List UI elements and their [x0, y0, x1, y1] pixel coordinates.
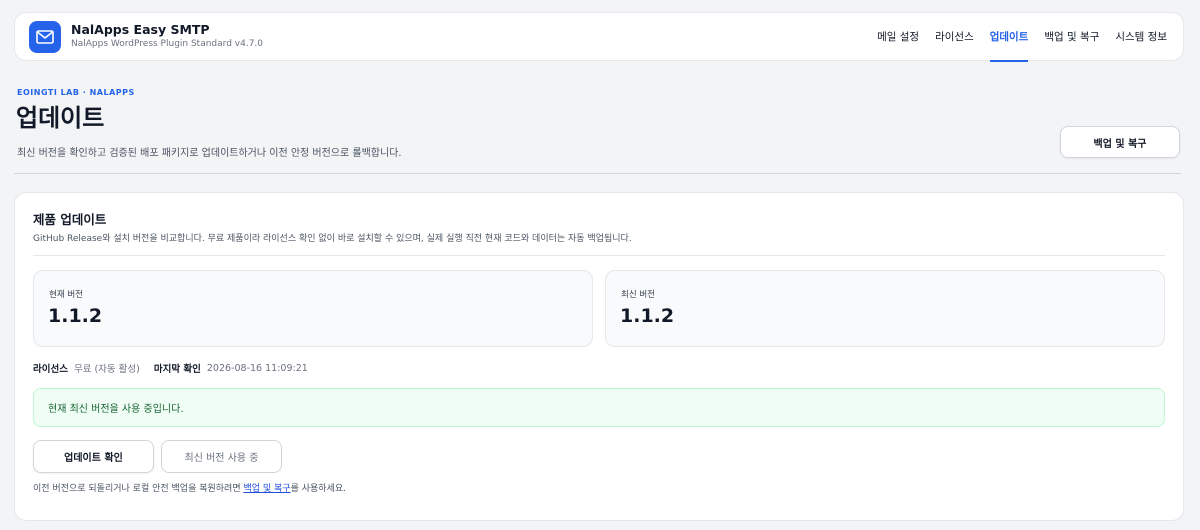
card-divider: [33, 255, 1165, 256]
current-version-label: 현재 버전: [49, 290, 83, 300]
nav-item-backup-restore[interactable]: 백업 및 복구: [1044, 12, 1099, 61]
card-title: 제품 업데이트: [33, 212, 107, 227]
header-divider: [14, 173, 1181, 174]
latest-version-label: 최신 버전: [621, 290, 655, 300]
brand: NalApps Easy SMTP NalApps WordPress Plug…: [29, 20, 264, 53]
current-version-box: 현재 버전 1.1.2: [33, 270, 593, 347]
footnote-text-before: 이전 버전으로 되돌리거나 로컬 안전 백업을 복원하려면: [33, 484, 244, 494]
nav-item-system-info[interactable]: 시스템 정보: [1115, 12, 1167, 61]
footnote-text-after: 를 사용하세요.: [290, 484, 346, 494]
latest-version-in-use-button[interactable]: 최신 버전 사용 중: [161, 440, 282, 473]
top-bar: NalApps Easy SMTP NalApps WordPress Plug…: [14, 12, 1184, 62]
nav-item-license[interactable]: 라이선스: [935, 12, 974, 61]
eyebrow-label: EOINGTI LAB · NALAPPS: [17, 88, 135, 97]
status-alert: 현재 최신 버전을 사용 중입니다.: [33, 388, 1165, 427]
nav-item-mail-settings[interactable]: 메일 설정: [877, 12, 919, 61]
app-subtitle: NalApps WordPress Plugin Standard v4.7.0: [71, 39, 264, 49]
app-name: NalApps Easy SMTP: [71, 22, 210, 37]
page-description: 최신 버전을 확인하고 검증된 배포 패키지로 업데이트하거나 이전 안정 버전…: [17, 148, 402, 159]
current-version-value: 1.1.2: [48, 305, 103, 327]
update-meta: 라이선스 무료 (자동 활성) 마지막 확인 2026-08-16 11:09:…: [33, 361, 322, 376]
product-update-card: 제품 업데이트 GitHub Release와 설치 버전을 비교합니다. 무료…: [14, 192, 1184, 521]
top-nav: 메일 설정 라이선스 업데이트 백업 및 복구 시스템 정보: [861, 12, 1167, 62]
latest-version-box: 최신 버전 1.1.2: [605, 270, 1165, 347]
page-title: 업데이트: [16, 104, 105, 132]
mail-icon: [29, 20, 61, 53]
latest-version-value: 1.1.2: [620, 305, 675, 327]
last-check-label: 마지막 확인: [153, 364, 201, 375]
license-value: 무료 (자동 활성): [73, 364, 140, 375]
nav-item-update[interactable]: 업데이트: [989, 12, 1028, 62]
card-description: GitHub Release와 설치 버전을 비교합니다. 무료 제품이라 라이…: [33, 234, 632, 244]
last-check-value: 2026-08-16 11:09:21: [206, 362, 308, 374]
license-label: 라이선스: [33, 364, 68, 375]
check-update-button[interactable]: 업데이트 확인: [33, 440, 154, 473]
backup-restore-link[interactable]: 백업 및 복구: [243, 484, 290, 494]
footnote: 이전 버전으로 되돌리거나 로컬 안전 백업을 복원하려면 백업 및 복구를 사…: [33, 481, 346, 494]
backup-restore-button[interactable]: 백업 및 복구: [1060, 126, 1180, 158]
